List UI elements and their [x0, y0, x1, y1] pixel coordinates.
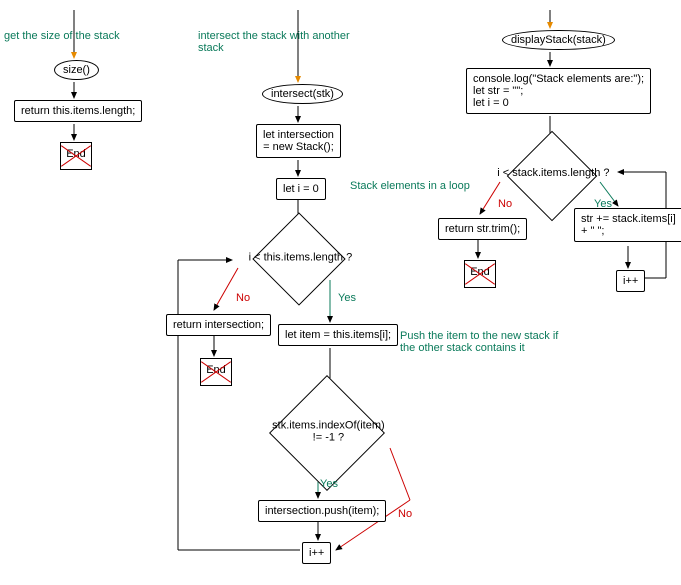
- end-size: End: [60, 142, 92, 170]
- rect-size-body: return this.items.length;: [14, 100, 142, 122]
- rect-intersection-new: let intersection = new Stack();: [256, 124, 341, 158]
- oval-size: size(): [54, 60, 99, 80]
- label-no-3: No: [498, 198, 512, 210]
- end-display: End: [464, 260, 496, 288]
- rect-ipp-intersect: i++: [302, 542, 331, 564]
- rect-display-body: console.log("Stack elements are:"); let …: [466, 68, 651, 114]
- comment-loop: Stack elements in a loop: [350, 180, 470, 192]
- label-no-2: No: [398, 508, 412, 520]
- rect-str-append: str += stack.items[i] + " ";: [574, 208, 681, 242]
- oval-intersect: intersect(stk): [262, 84, 343, 104]
- diamond-display-loop-text: i < stack.items.length ?: [473, 167, 633, 179]
- diamond-intersect-loop-text: i < this.items.length ?: [220, 252, 380, 264]
- end-intersect: End: [200, 358, 232, 386]
- rect-let-item: let item = this.items[i];: [278, 324, 398, 346]
- diamond-indexof-text: stk.items.indexOf(item) != -1 ?: [248, 420, 408, 444]
- label-no-1: No: [236, 292, 250, 304]
- rect-ipp-display: i++: [616, 270, 645, 292]
- comment-size: get the size of the stack: [4, 30, 120, 42]
- flowchart-canvas: get the size of the stack size() return …: [0, 0, 681, 585]
- oval-display: displayStack(stack): [502, 30, 615, 50]
- rect-let-i-intersect: let i = 0: [276, 178, 326, 200]
- comment-intersect: intersect the stack with another stack: [198, 30, 368, 54]
- rect-push-item: intersection.push(item);: [258, 500, 386, 522]
- comment-push: Push the item to the new stack if the ot…: [400, 330, 570, 354]
- rect-return-intersection: return intersection;: [166, 314, 271, 336]
- label-yes-1: Yes: [338, 292, 356, 304]
- label-yes-2: Yes: [320, 478, 338, 490]
- rect-return-str: return str.trim();: [438, 218, 527, 240]
